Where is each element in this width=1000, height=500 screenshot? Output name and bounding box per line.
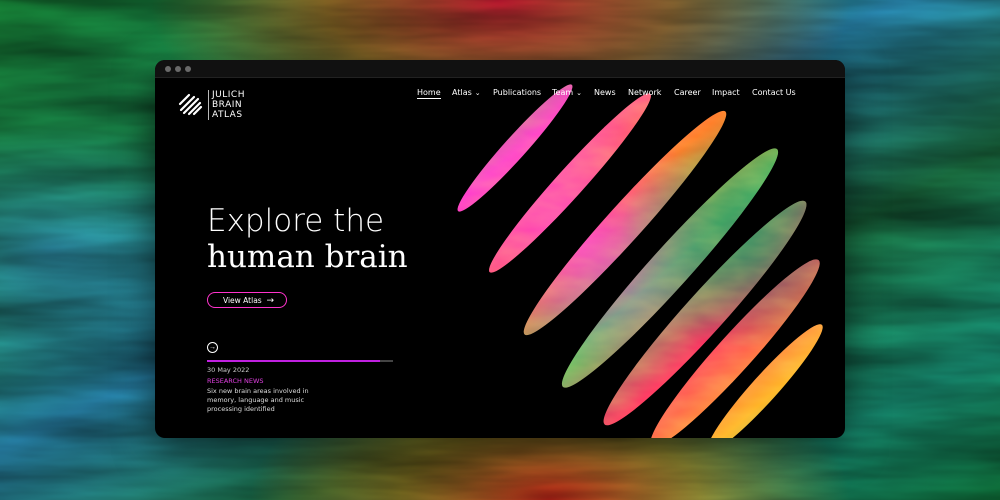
news-slider-progress[interactable]	[207, 360, 393, 362]
news-slider-progress-fill	[207, 360, 380, 362]
nav-label: Network	[628, 88, 662, 97]
window-control-dot[interactable]	[175, 66, 181, 72]
nav-label: News	[594, 88, 616, 97]
nav-item-career[interactable]: Career	[674, 88, 701, 97]
logo-line: ATLAS	[212, 110, 243, 120]
nav-label: Atlas	[452, 88, 472, 97]
chevron-down-icon: ⌄	[576, 89, 583, 97]
nav-item-atlas[interactable]: Atlas ⌄	[452, 88, 481, 97]
news-date: 30 May 2022	[207, 366, 250, 374]
logo-stripes-icon	[178, 93, 203, 116]
brain-slices-artwork	[449, 78, 833, 438]
nav-item-publications[interactable]: Publications	[493, 88, 541, 97]
nav-item-news[interactable]: News	[594, 88, 616, 97]
nav-label: Home	[417, 88, 441, 97]
next-slide-button[interactable]: →	[207, 342, 218, 353]
chevron-down-icon: ⌄	[474, 89, 481, 97]
nav-label: Career	[674, 88, 701, 97]
nav-item-contact-us[interactable]: Contact Us	[752, 88, 796, 97]
nav-item-home[interactable]: Home	[417, 88, 441, 99]
logo-divider	[208, 90, 209, 120]
logo-line: BRAIN	[212, 100, 243, 110]
nav-item-impact[interactable]: Impact	[712, 88, 740, 97]
logo-wordmark: JULICH BRAIN ATLAS	[212, 90, 245, 120]
window-control-dot[interactable]	[185, 66, 191, 72]
logo-line: JULICH	[212, 90, 245, 100]
news-headline[interactable]: Six new brain areas involved in memory, …	[207, 387, 337, 414]
arrow-right-icon: →	[266, 296, 274, 306]
nav-item-network[interactable]: Network	[628, 88, 661, 97]
news-category[interactable]: RESEARCH NEWS	[207, 377, 264, 385]
nav-label: Impact	[712, 88, 740, 97]
hero-title-line: human brain	[207, 239, 408, 275]
nav-label: Contact Us	[752, 88, 796, 97]
view-atlas-label: View Atlas	[223, 296, 262, 305]
hero-title: Explore the human brain	[207, 203, 408, 275]
view-atlas-button[interactable]: View Atlas →	[207, 292, 287, 308]
nav-label: Publications	[493, 88, 542, 97]
window-titlebar	[155, 60, 845, 78]
hero-title-line: Explore the	[207, 203, 385, 239]
nav-label: Team	[552, 88, 574, 97]
nav-item-team[interactable]: Team ⌄	[552, 88, 582, 97]
arrow-right-icon: →	[209, 344, 216, 351]
window-control-dot[interactable]	[165, 66, 171, 72]
browser-window: JULICH BRAIN ATLAS Home Atlas ⌄ Publicati…	[155, 60, 845, 438]
